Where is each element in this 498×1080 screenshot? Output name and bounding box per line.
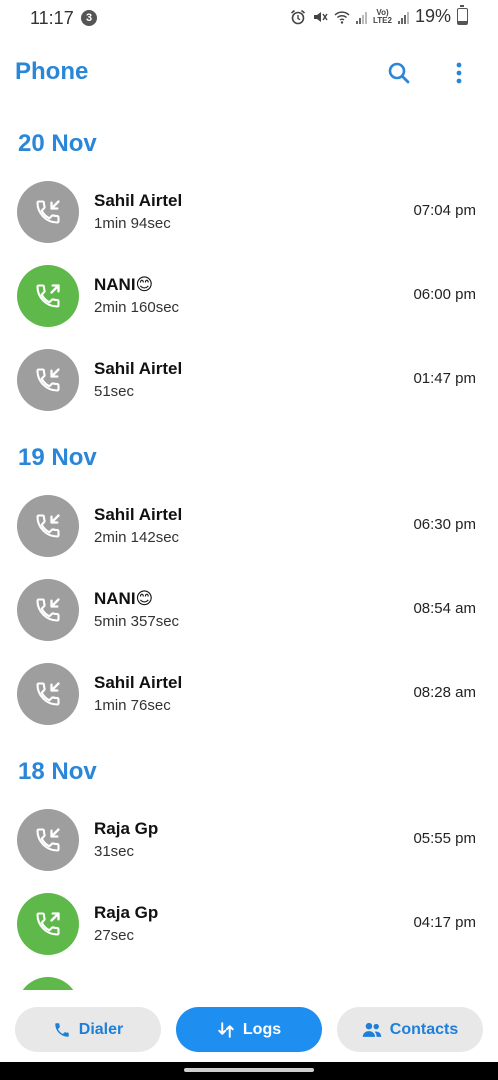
contact-name: Sahil Airtel	[94, 505, 183, 524]
contact-name: Sahil Airtel	[94, 191, 183, 210]
more-options-button[interactable]	[442, 56, 476, 90]
logs-tab[interactable]: Logs	[176, 1007, 322, 1052]
call-duration: 51sec	[94, 383, 135, 400]
contact-name: Raja Gp	[94, 903, 159, 922]
battery-icon	[457, 5, 468, 25]
signal-1-icon	[356, 10, 367, 24]
call-duration: 2min 142sec	[94, 529, 180, 546]
status-icons: Vo) LTE2 19%	[290, 5, 468, 27]
call-log-entry[interactable]: NANI😊 5min 357sec 08:54 am	[0, 568, 498, 652]
outgoing-call-icon	[36, 284, 60, 308]
contact-name: Raja Gp	[94, 819, 159, 838]
call-log-entry[interactable]: Sahil Airtel 2min 142sec 06:30 pm	[0, 484, 498, 568]
battery-percent: 19%	[414, 6, 451, 26]
incoming-call-icon	[36, 682, 60, 706]
contacts-tab[interactable]: Contacts	[337, 1007, 483, 1052]
contact-name: NANI😊	[94, 275, 154, 294]
call-log-entry[interactable]: Sahil Airtel 1min 94sec 07:04 pm	[0, 170, 498, 254]
call-duration: 31sec	[94, 843, 135, 860]
call-log-list[interactable]: 20 Nov Sahil Airtel 1min 94sec 07:04 pm NANI…	[0, 118, 498, 1050]
status-time: 11:17	[30, 8, 74, 28]
call-duration: 27sec	[94, 927, 135, 944]
call-duration: 1min 76sec	[94, 697, 171, 714]
date-header: 20 Nov	[18, 130, 97, 157]
call-type-avatar[interactable]	[17, 265, 79, 327]
call-type-avatar[interactable]	[17, 349, 79, 411]
call-type-avatar[interactable]	[17, 579, 79, 641]
people-icon	[362, 1022, 381, 1037]
home-gesture-handle[interactable]	[184, 1068, 314, 1072]
call-type-avatar[interactable]	[17, 181, 79, 243]
call-type-avatar[interactable]	[17, 495, 79, 557]
call-time: 01:47 pm	[413, 370, 476, 387]
call-time: 06:30 pm	[413, 516, 476, 533]
call-log-entry[interactable]: Raja Gp 27sec 04:17 pm	[0, 882, 498, 966]
volte-label: Vo) LTE2	[373, 7, 392, 25]
call-log-entry[interactable]: Raja Gp 31sec 05:55 pm	[0, 798, 498, 882]
contact-name: Sahil Airtel	[94, 359, 183, 378]
search-button[interactable]	[382, 56, 416, 90]
call-type-avatar[interactable]	[17, 893, 79, 955]
call-type-avatar[interactable]	[17, 663, 79, 725]
incoming-call-icon	[36, 514, 60, 538]
outgoing-call-icon	[36, 912, 60, 936]
notification-count-badge: 3	[81, 10, 97, 26]
more-vertical-icon	[456, 62, 462, 84]
incoming-call-icon	[36, 828, 60, 852]
contacts-tab-label: Contacts	[389, 1020, 459, 1038]
call-time: 06:00 pm	[413, 286, 476, 303]
call-time: 07:04 pm	[413, 202, 476, 219]
call-duration: 5min 357sec	[94, 613, 180, 630]
call-log-entry[interactable]: Sahil Airtel 1min 76sec 08:28 am	[0, 652, 498, 736]
call-time: 04:17 pm	[413, 914, 476, 931]
date-header: 18 Nov	[18, 758, 97, 785]
page-title: Phone	[15, 58, 89, 85]
call-log-entry[interactable]: Sahil Airtel 51sec 01:47 pm	[0, 338, 498, 422]
call-log-entry[interactable]: NANI😊 2min 160sec 06:00 pm	[0, 254, 498, 338]
call-time: 08:54 am	[413, 600, 476, 617]
mute-icon	[314, 11, 328, 22]
signal-2-icon	[397, 10, 409, 24]
dialer-tab[interactable]: Dialer	[15, 1007, 161, 1052]
incoming-call-icon	[36, 200, 60, 224]
call-duration: 1min 94sec	[94, 215, 171, 232]
call-duration: 2min 160sec	[94, 299, 180, 316]
incoming-call-icon	[36, 368, 60, 392]
date-header: 19 Nov	[18, 444, 97, 471]
call-time: 05:55 pm	[413, 830, 476, 847]
phone-icon	[55, 1022, 69, 1037]
alarm-icon	[290, 9, 306, 24]
contact-name: NANI😊	[94, 589, 154, 608]
search-icon	[388, 62, 410, 84]
call-time: 08:28 am	[413, 684, 476, 701]
dialer-tab-label: Dialer	[78, 1020, 124, 1038]
contact-name: Sahil Airtel	[94, 673, 183, 692]
incoming-call-icon	[36, 598, 60, 622]
logs-tab-label: Logs	[242, 1020, 282, 1038]
status-bar: 11:17 3 Vo) LTE2 19%	[0, 0, 498, 40]
wifi-icon	[334, 10, 350, 24]
sort-arrows-icon	[218, 1021, 234, 1038]
call-type-avatar[interactable]	[17, 809, 79, 871]
